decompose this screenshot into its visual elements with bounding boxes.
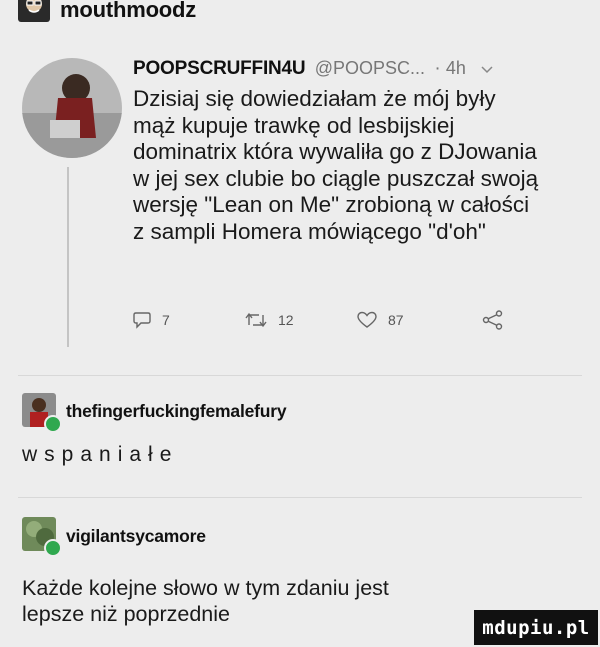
- watermark-text: mdupiu.pl: [482, 616, 590, 639]
- comment-text-line: Każde kolejne słowo w tym zdaniu jest: [22, 576, 389, 600]
- tweet-text-line: Dzisiaj się dowiedziałam że mój były: [133, 86, 496, 111]
- chevron-down-icon[interactable]: [481, 58, 493, 80]
- tweet-at-handle[interactable]: @POOPSC...: [315, 58, 425, 78]
- tweet-separator: ·: [434, 58, 441, 80]
- reply-action[interactable]: 7: [132, 311, 170, 329]
- header-username[interactable]: mouthmoodz: [60, 0, 196, 23]
- comment-username[interactable]: thefingerfuckingfemalefury: [66, 401, 287, 422]
- heart-icon[interactable]: [356, 311, 378, 329]
- tweet-meta: POOPSCRUFFIN4U @POOPSC... · 4h: [133, 58, 493, 80]
- verified-badge-icon: [44, 415, 62, 433]
- divider: [18, 375, 582, 376]
- comment-text-line: lepsze niż poprzednie: [22, 602, 230, 626]
- retweet-icon[interactable]: [244, 311, 268, 329]
- like-action[interactable]: 87: [356, 311, 404, 329]
- like-count: 87: [388, 312, 404, 328]
- tweet-text-line: wersję "Lean on Me" zrobioną w całości: [133, 192, 530, 217]
- share-icon[interactable]: [482, 310, 504, 330]
- reply-count: 7: [162, 312, 170, 328]
- divider: [18, 497, 582, 498]
- avatar-image-icon: [18, 0, 50, 22]
- retweet-action[interactable]: 12: [244, 311, 294, 329]
- tweet-text: Dzisiaj się dowiedziałam że mój były mąż…: [133, 86, 598, 245]
- comment: thefingerfuckingfemalefury wspaniałe: [0, 393, 600, 473]
- comment-username[interactable]: vigilantsycamore: [66, 526, 206, 547]
- tweet-handle[interactable]: POOPSCRUFFIN4U: [133, 58, 306, 79]
- retweet-count: 12: [278, 312, 294, 328]
- speech-bubble-icon[interactable]: [132, 311, 152, 329]
- tweet-time: 4h: [445, 58, 466, 79]
- verified-badge-icon: [44, 539, 62, 557]
- share-action[interactable]: [482, 310, 504, 335]
- tweet-avatar[interactable]: [22, 58, 122, 158]
- thread-line: [67, 167, 69, 347]
- tweet-text-line: mąż kupuje trawkę od lesbijskiej: [133, 112, 455, 138]
- header-avatar[interactable]: [18, 0, 50, 22]
- tweet-text-line: w jej sex clubie bo ciągle puszczał swoj…: [133, 165, 539, 191]
- avatar-photo-icon: [22, 58, 122, 158]
- tweet-text-line: dominatrix która wywaliła go z DJowania: [133, 139, 537, 164]
- comment-text: Każde kolejne słowo w tym zdaniu jest le…: [22, 575, 389, 627]
- tweet-text-line: z sampli Homera mówiącego "d'oh": [133, 218, 486, 244]
- comment-text: wspaniałe: [22, 443, 179, 466]
- tweet-card: POOPSCRUFFIN4U @POOPSC... · 4h Dzisiaj s…: [0, 55, 600, 355]
- watermark: mdupiu.pl: [474, 610, 598, 645]
- post-header: mouthmoodz: [0, 0, 600, 28]
